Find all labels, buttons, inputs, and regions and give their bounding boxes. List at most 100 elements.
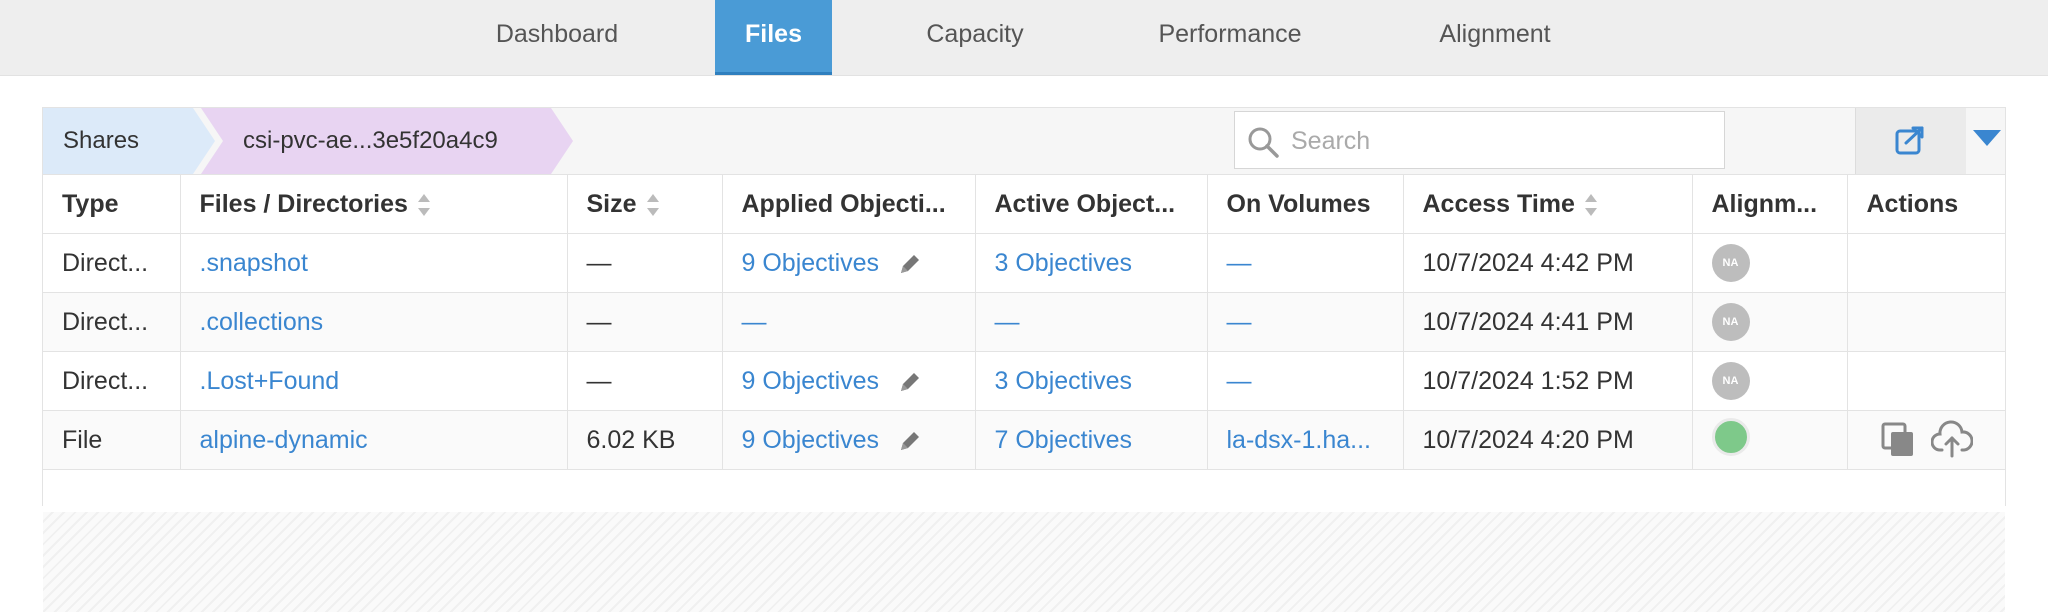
na-badge: NA — [1711, 303, 1750, 341]
aligned-status-dot — [1711, 417, 1750, 456]
cell-applied[interactable]: 9 Objectives — [722, 410, 976, 470]
na-badge: NA — [1711, 244, 1750, 282]
cell-actions — [1847, 292, 2005, 352]
export-icon — [1895, 126, 1924, 155]
active-objectives-link[interactable]: 3 Objectives — [995, 367, 1133, 395]
active-objectives-link[interactable]: 3 Objectives — [995, 249, 1133, 277]
dropdown-icon — [1973, 130, 2001, 146]
cell-access-time: 10/7/2024 1:52 PM — [1403, 351, 1693, 411]
volumes-link[interactable]: — — [1227, 308, 1252, 336]
cell-volumes[interactable]: la-dsx-1.ha... — [1207, 410, 1404, 470]
cell-access-time: 10/7/2024 4:20 PM — [1403, 410, 1693, 470]
tab-capacity[interactable]: Capacity — [890, 0, 1060, 72]
cell-size: — — [567, 233, 723, 293]
cell-volumes[interactable]: — — [1207, 292, 1404, 352]
column-header-access-time[interactable]: Access Time — [1403, 175, 1693, 234]
cell-access-time: 10/7/2024 4:42 PM — [1403, 233, 1693, 293]
breadcrumb-shares[interactable]: Shares — [43, 108, 215, 174]
cell-name[interactable]: .snapshot — [180, 233, 568, 293]
cell-type: Direct... — [43, 292, 181, 352]
column-header-volumes[interactable]: On Volumes — [1207, 175, 1404, 234]
column-header-type[interactable]: Type — [43, 175, 181, 234]
cell-size: — — [567, 292, 723, 352]
cell-size: — — [567, 351, 723, 411]
empty-table-area — [43, 512, 2005, 612]
files-table: Type Files / Directories Size Applied Ob… — [43, 175, 2005, 470]
volumes-link[interactable]: — — [1227, 249, 1252, 277]
cell-volumes[interactable]: — — [1207, 233, 1404, 293]
export-button[interactable] — [1855, 108, 1966, 174]
table-row[interactable]: File alpine-dynamic 6.02 KB 9 Objectives… — [43, 410, 2005, 470]
column-header-files-label: Files / Directories — [199, 189, 408, 218]
column-header-access-time-label: Access Time — [1422, 189, 1575, 218]
cell-name[interactable]: alpine-dynamic — [180, 410, 568, 470]
copy-icon[interactable] — [1879, 420, 1919, 460]
applied-objectives-link[interactable]: 9 Objectives — [742, 426, 880, 454]
file-link[interactable]: .Lost+Found — [200, 367, 340, 395]
column-header-actions: Actions — [1847, 175, 2005, 234]
search-icon — [1248, 127, 1279, 158]
tab-alignment[interactable]: Alignment — [1395, 0, 1595, 72]
tab-dashboard[interactable]: Dashboard — [457, 0, 657, 72]
search-input[interactable] — [1289, 120, 1713, 162]
active-objectives-link[interactable]: — — [995, 308, 1020, 336]
column-header-applied[interactable]: Applied Objecti... — [722, 175, 976, 234]
tab-performance[interactable]: Performance — [1130, 0, 1330, 72]
sort-icon[interactable] — [646, 193, 659, 216]
table-row[interactable]: Direct... .Lost+Found — 9 Objectives 3 O… — [43, 351, 2005, 411]
pencil-icon[interactable] — [897, 428, 923, 454]
column-header-alignment[interactable]: Alignm... — [1692, 175, 1848, 234]
cell-type: File — [43, 410, 181, 470]
column-header-size-label: Size — [586, 189, 637, 218]
cell-access-time: 10/7/2024 4:41 PM — [1403, 292, 1693, 352]
cell-alignment: NA — [1692, 292, 1848, 352]
file-link[interactable]: alpine-dynamic — [200, 426, 368, 454]
cell-applied[interactable]: — — [722, 292, 976, 352]
breadcrumb-current[interactable]: csi-pvc-ae...3e5f20a4c9 — [201, 108, 573, 174]
cell-name[interactable]: .Lost+Found — [180, 351, 568, 411]
na-badge: NA — [1711, 362, 1750, 400]
cell-actions — [1847, 351, 2005, 411]
breadcrumb-shares-label: Shares — [63, 127, 140, 154]
breadcrumb-current-label: csi-pvc-ae...3e5f20a4c9 — [243, 127, 498, 154]
file-link[interactable]: .snapshot — [200, 249, 308, 277]
cell-size: 6.02 KB — [567, 410, 723, 470]
volumes-link[interactable]: la-dsx-1.ha... — [1227, 426, 1372, 454]
file-link[interactable]: .collections — [200, 308, 324, 336]
cell-alignment: NA — [1692, 233, 1848, 293]
search-box[interactable] — [1234, 111, 1725, 169]
column-header-active[interactable]: Active Object... — [975, 175, 1208, 234]
applied-objectives-link[interactable]: 9 Objectives — [742, 367, 880, 395]
cell-active[interactable]: 7 Objectives — [975, 410, 1208, 470]
cell-name[interactable]: .collections — [180, 292, 568, 352]
table-row[interactable]: Direct... .collections — — — — 10/7/2024… — [43, 292, 2005, 352]
upload-icon[interactable] — [1931, 420, 1974, 460]
sort-icon[interactable] — [417, 193, 430, 216]
sort-icon[interactable] — [1584, 193, 1597, 216]
column-header-files[interactable]: Files / Directories — [180, 175, 568, 234]
column-header-size[interactable]: Size — [567, 175, 723, 234]
top-tab-bar: Dashboard Files Capacity Performance Ali… — [0, 0, 2048, 76]
cell-volumes[interactable]: — — [1207, 351, 1404, 411]
applied-objectives-link[interactable]: 9 Objectives — [742, 249, 880, 277]
active-objectives-link[interactable]: 7 Objectives — [995, 426, 1133, 454]
tab-files[interactable]: Files — [715, 0, 832, 75]
table-header-row: Type Files / Directories Size Applied Ob… — [43, 175, 2005, 234]
cell-alignment — [1692, 410, 1848, 470]
cell-applied[interactable]: 9 Objectives — [722, 351, 976, 411]
table-row[interactable]: Direct... .snapshot — 9 Objectives 3 Obj… — [43, 233, 2005, 293]
cell-active[interactable]: — — [975, 292, 1208, 352]
cell-active[interactable]: 3 Objectives — [975, 233, 1208, 293]
toolbar: Shares csi-pvc-ae...3e5f20a4c9 — [43, 108, 2005, 175]
cell-applied[interactable]: 9 Objectives — [722, 233, 976, 293]
dropdown-button[interactable] — [1967, 108, 2005, 174]
volumes-link[interactable]: — — [1227, 367, 1252, 395]
cell-actions — [1847, 410, 2005, 470]
cell-actions — [1847, 233, 2005, 293]
files-panel: Shares csi-pvc-ae...3e5f20a4c9 Search Ty… — [42, 107, 2006, 612]
cell-active[interactable]: 3 Objectives — [975, 351, 1208, 411]
pencil-icon[interactable] — [897, 369, 923, 395]
applied-objectives-link[interactable]: — — [742, 308, 767, 336]
cell-type: Direct... — [43, 351, 181, 411]
pencil-icon[interactable] — [897, 251, 923, 277]
